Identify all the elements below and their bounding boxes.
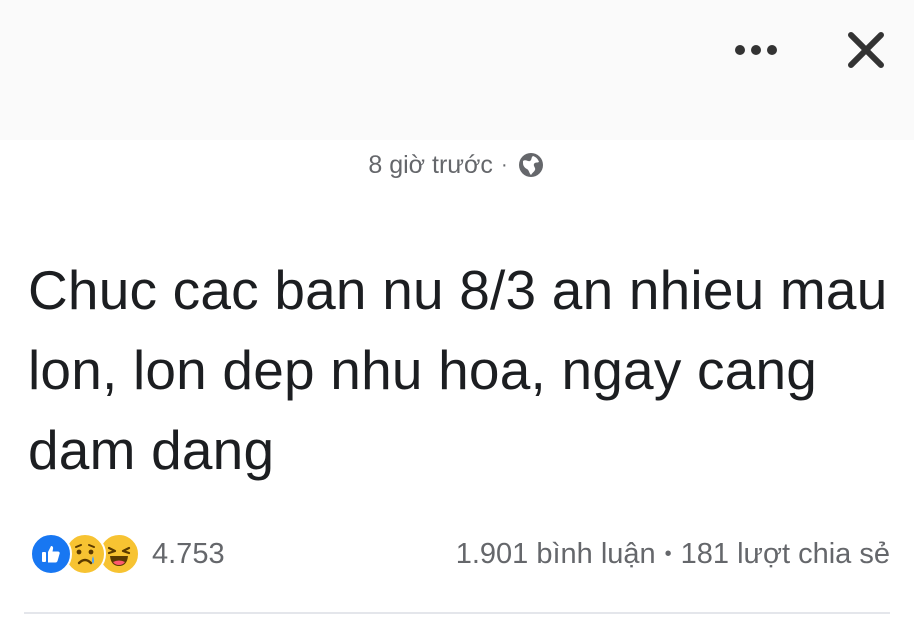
more-options-button[interactable] [726, 22, 786, 82]
globe-icon [516, 150, 546, 180]
post-timestamp[interactable]: 8 giờ trước [368, 151, 493, 180]
close-icon [847, 31, 885, 74]
reactions-summary[interactable]: 4.753 [30, 533, 225, 575]
post-header-actions [726, 22, 896, 82]
more-horizontal-icon [734, 43, 778, 61]
post-stats-bar: 4.753 1.901 bình luận • 181 lượt chia sẻ [30, 530, 890, 578]
meta-separator: · [500, 153, 508, 176]
comments-count-link[interactable]: 1.901 bình luận [456, 538, 656, 571]
reaction-icons [30, 533, 140, 575]
close-button[interactable] [836, 22, 896, 82]
divider [24, 612, 890, 614]
post-text: Chuc cac ban nu 8/3 an nhieu mau lon, lo… [28, 259, 888, 481]
like-icon [30, 533, 72, 575]
post-meta: 8 giờ trước · [0, 150, 914, 180]
reaction-count: 4.753 [152, 537, 225, 570]
shares-count-link[interactable]: 181 lượt chia sẻ [681, 538, 890, 571]
post-detail-view: 8 giờ trước · Chuc cac ban nu 8/3 an nhi… [0, 0, 914, 635]
stats-separator: • [664, 542, 672, 565]
engagement-counts: 1.901 bình luận • 181 lượt chia sẻ [456, 538, 890, 571]
